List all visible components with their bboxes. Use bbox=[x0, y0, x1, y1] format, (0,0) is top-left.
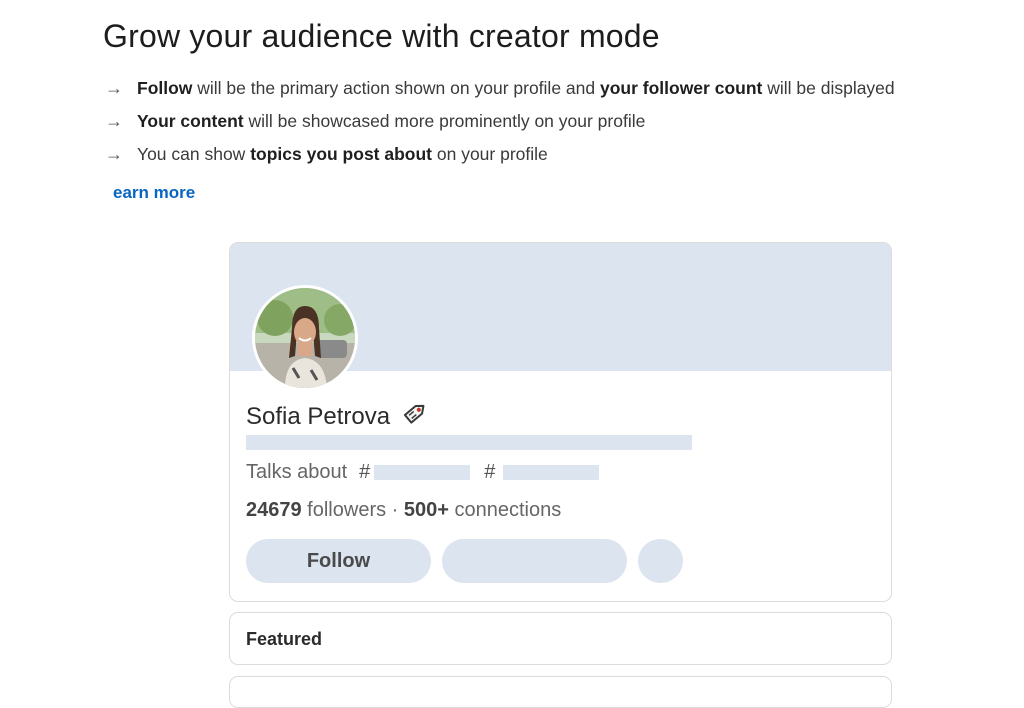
arrow-right-icon: → bbox=[105, 78, 123, 98]
talks-about-label: Talks about bbox=[246, 461, 348, 483]
avatar bbox=[252, 285, 358, 391]
page-title: Grow your audience with creator mode bbox=[103, 18, 660, 54]
bullet-bold-text: Your content bbox=[137, 111, 244, 131]
next-section bbox=[229, 676, 892, 708]
follow-button[interactable]: Follow bbox=[246, 539, 431, 583]
connections-label: connections bbox=[448, 499, 562, 521]
list-item: → You can show topics you post about on … bbox=[105, 138, 895, 171]
bullet-bold-text: Follow bbox=[137, 78, 193, 98]
bullet-text: on your profile bbox=[432, 144, 548, 164]
tag-icon bbox=[400, 398, 430, 435]
featured-section: Featured bbox=[229, 612, 892, 665]
bullet-text: will be showcased more prominently on yo… bbox=[243, 111, 646, 131]
followers-label: followers · bbox=[301, 499, 404, 521]
featured-heading: Featured bbox=[246, 629, 323, 649]
arrow-right-icon: → bbox=[105, 111, 123, 131]
hashtag-placeholder bbox=[374, 465, 471, 480]
secondary-action-button[interactable] bbox=[442, 539, 627, 583]
more-button[interactable] bbox=[638, 539, 683, 583]
learn-more-link[interactable]: earn more bbox=[113, 183, 195, 203]
hashtag-symbol: # bbox=[359, 461, 371, 483]
profile-stats: 24679 followers · 500+ connections bbox=[246, 499, 561, 522]
list-item: → Your content will be showcased more pr… bbox=[105, 105, 895, 138]
bullet-text: will be the primary action shown on your… bbox=[192, 78, 600, 98]
headline-placeholder bbox=[246, 435, 692, 450]
bullet-bold-text: your follower count bbox=[599, 78, 763, 98]
arrow-right-icon: → bbox=[105, 144, 123, 164]
profile-preview-card: Sofia Petrova Talks about # # 24679 foll… bbox=[229, 242, 892, 602]
bullet-text: You can show bbox=[137, 144, 251, 164]
profile-name-text: Sofia Petrova bbox=[246, 402, 391, 430]
hashtag-placeholder bbox=[503, 465, 600, 480]
feature-list: → Follow will be the primary action show… bbox=[105, 72, 895, 171]
profile-name: Sofia Petrova bbox=[246, 398, 430, 435]
followers-count: 24679 bbox=[246, 499, 302, 521]
bullet-bold-text: topics you post about bbox=[250, 144, 432, 164]
hashtag-symbol: # bbox=[484, 461, 496, 483]
bullet-text: will be displayed bbox=[762, 78, 895, 98]
list-item: → Follow will be the primary action show… bbox=[105, 72, 895, 105]
connections-count: 500+ bbox=[403, 499, 449, 521]
talks-about: Talks about # # bbox=[246, 461, 600, 484]
